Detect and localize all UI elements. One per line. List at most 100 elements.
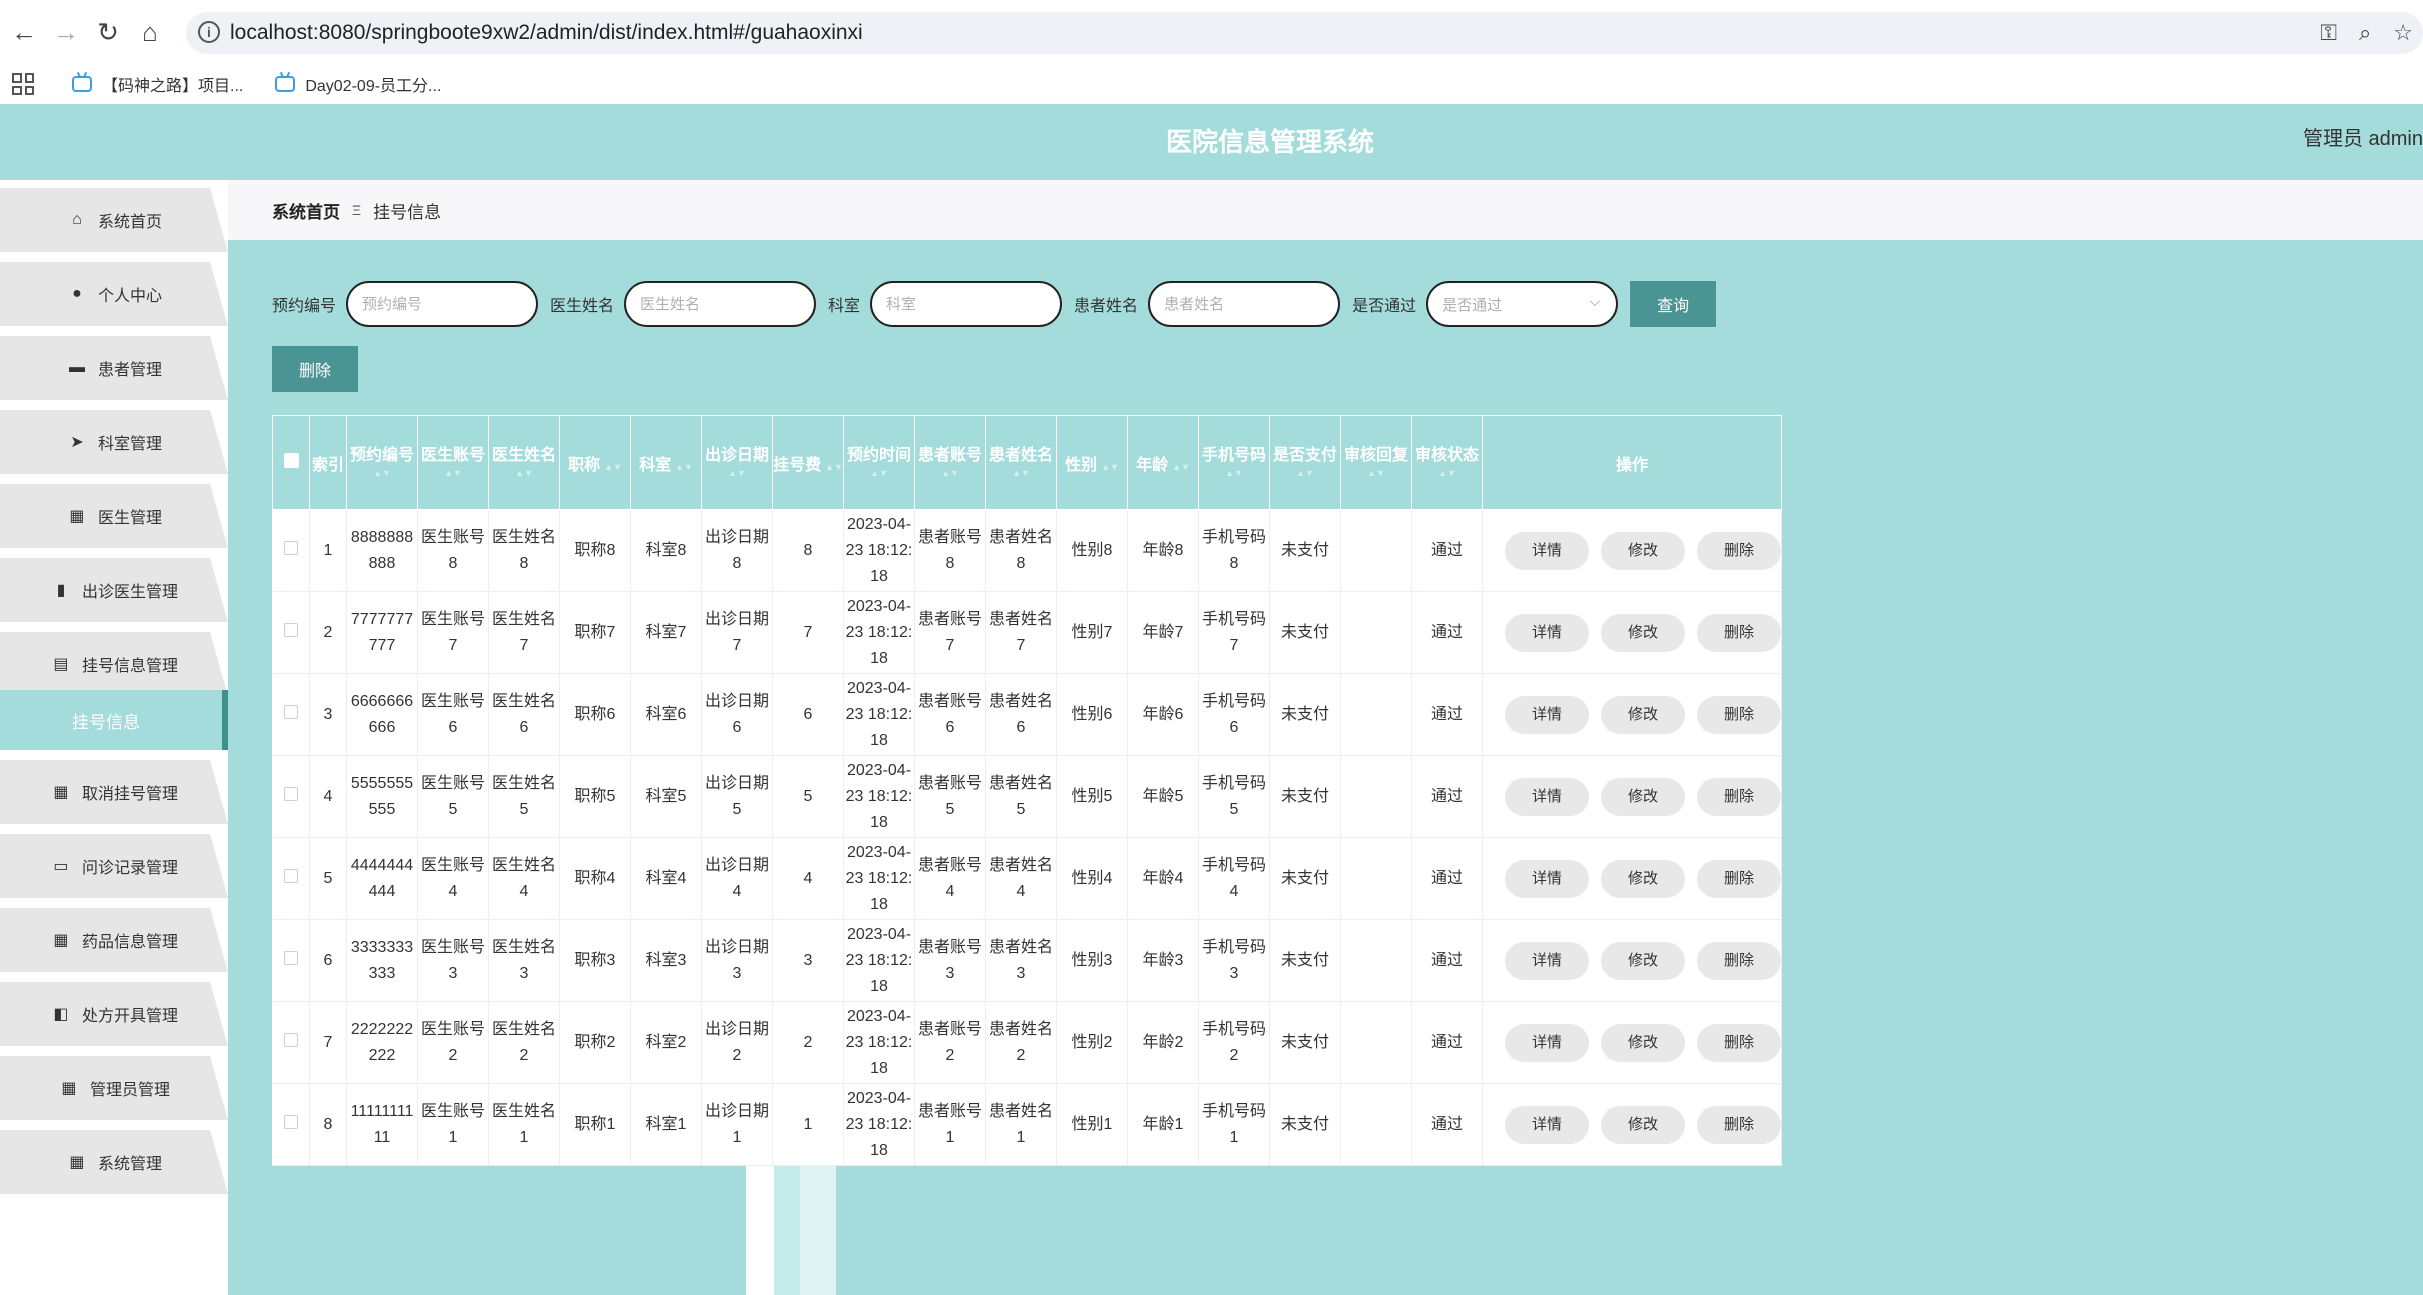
row-checkbox[interactable]: [272, 591, 310, 674]
back-arrow-icon[interactable]: ←: [6, 14, 42, 50]
site-info-icon[interactable]: i: [198, 21, 220, 43]
detail-button[interactable]: 详情: [1505, 695, 1589, 734]
column-header[interactable]: 患者姓名 ▲▼: [985, 415, 1057, 510]
column-header[interactable]: 年龄 ▲▼: [1127, 415, 1199, 510]
sidebar-item-prescriptions[interactable]: ◧ 处方开具管理: [0, 982, 228, 1046]
sidebar-item-doctors[interactable]: ▦ 医生管理: [0, 484, 228, 548]
search-input-patient-name[interactable]: [1148, 281, 1341, 327]
sort-icon: ▲▼: [1101, 461, 1119, 472]
detail-button[interactable]: 详情: [1505, 777, 1589, 816]
select-all-checkbox[interactable]: [272, 415, 310, 510]
sidebar-item-admins[interactable]: ▦ 管理员管理: [0, 1056, 228, 1120]
sidebar-item-system[interactable]: ▦ 系统管理: [0, 1130, 228, 1194]
column-header[interactable]: 是否支付 ▲▼: [1269, 415, 1341, 510]
query-button[interactable]: 查询: [1630, 281, 1717, 327]
sidebar-item-registration[interactable]: ▤ 挂号信息管理: [0, 632, 228, 696]
column-header[interactable]: 科室 ▲▼: [630, 415, 702, 510]
detail-button[interactable]: 详情: [1505, 531, 1589, 570]
cell-dept: 科室4: [630, 837, 702, 920]
delete-button[interactable]: 删除: [1697, 613, 1781, 652]
sidebar-item-medicines[interactable]: ▦ 药品信息管理: [0, 908, 228, 972]
cell-title: 职称7: [559, 591, 631, 674]
cell-doc-account: 医生账号7: [417, 591, 489, 674]
row-checkbox[interactable]: [272, 509, 310, 592]
detail-button[interactable]: 详情: [1505, 613, 1589, 652]
delete-button[interactable]: 删除: [1697, 941, 1781, 980]
forward-arrow-icon[interactable]: →: [48, 14, 84, 50]
edit-button[interactable]: 修改: [1601, 531, 1685, 570]
bookmark-star-icon[interactable]: ☆: [2393, 20, 2413, 46]
delete-button[interactable]: 删除: [1697, 777, 1781, 816]
approved-select[interactable]: 是否通过 ⌵: [1426, 281, 1619, 327]
column-header[interactable]: 医生姓名 ▲▼: [488, 415, 560, 510]
cell-gender: 性别1: [1056, 1083, 1128, 1166]
sidebar-subitem-registration-info[interactable]: 挂号信息: [0, 690, 228, 750]
column-header[interactable]: 职称 ▲▼: [559, 415, 631, 510]
home-icon[interactable]: ⌂: [132, 14, 168, 50]
grid-icon: ▦: [69, 1154, 85, 1171]
zoom-icon[interactable]: ⌕: [2359, 20, 2371, 46]
edit-button[interactable]: 修改: [1601, 859, 1685, 898]
apps-grid-icon[interactable]: [12, 73, 34, 95]
batch-delete-button[interactable]: 删除: [272, 346, 358, 392]
row-checkbox[interactable]: [272, 673, 310, 756]
current-user[interactable]: 管理员 admin: [2303, 104, 2423, 180]
cell-date: 出诊日期2: [701, 1001, 773, 1084]
column-header[interactable]: 审核状态 ▲▼: [1411, 415, 1483, 510]
breadcrumb-home[interactable]: 系统首页: [272, 198, 340, 223]
address-bar[interactable]: i localhost:8080/springboote9xw2/admin/d…: [186, 12, 2423, 54]
detail-button[interactable]: 详情: [1505, 859, 1589, 898]
column-header[interactable]: 挂号费 ▲▼: [772, 415, 844, 510]
column-header[interactable]: 预约时间 ▲▼: [843, 415, 915, 510]
row-checkbox[interactable]: [272, 755, 310, 838]
breadcrumb: 系统首页 Ξ 挂号信息: [228, 180, 2423, 240]
delete-button[interactable]: 删除: [1697, 1105, 1781, 1144]
search-input-doctor-name[interactable]: [624, 281, 817, 327]
edit-button[interactable]: 修改: [1601, 695, 1685, 734]
column-header[interactable]: 医生账号 ▲▼: [417, 415, 489, 510]
sidebar-item-patients[interactable]: ▬ 患者管理: [0, 336, 228, 400]
cell-paid: 未支付: [1269, 755, 1341, 838]
row-checkbox[interactable]: [272, 919, 310, 1002]
delete-button[interactable]: 删除: [1697, 859, 1781, 898]
sidebar-item-profile[interactable]: ● 个人中心: [0, 262, 228, 326]
reload-icon[interactable]: ↻: [90, 14, 126, 50]
edit-button[interactable]: 修改: [1601, 1105, 1685, 1144]
detail-button[interactable]: 详情: [1505, 941, 1589, 980]
sidebar-item-cancel-registration[interactable]: ▦ 取消挂号管理: [0, 760, 228, 824]
row-checkbox[interactable]: [272, 1083, 310, 1166]
sidebar-item-label: 挂号信息管理: [81, 658, 178, 675]
column-header[interactable]: 患者账号 ▲▼: [914, 415, 986, 510]
sidebar-item-label: 取消挂号管理: [81, 786, 178, 803]
edit-button[interactable]: 修改: [1601, 613, 1685, 652]
row-checkbox[interactable]: [272, 837, 310, 920]
search-input-code[interactable]: [346, 281, 539, 327]
sidebar-item-visiting-doctors[interactable]: ▮ 出诊医生管理: [0, 558, 228, 622]
search-input-department[interactable]: [870, 281, 1063, 327]
delete-button[interactable]: 删除: [1697, 1023, 1781, 1062]
detail-button[interactable]: 详情: [1505, 1023, 1589, 1062]
sort-icon: ▲▼: [1225, 468, 1243, 478]
grid-icon: ▦: [69, 508, 85, 525]
edit-button[interactable]: 修改: [1601, 1023, 1685, 1062]
sidebar-item-consultation-records[interactable]: ▭ 问诊记录管理: [0, 834, 228, 898]
detail-button[interactable]: 详情: [1505, 1105, 1589, 1144]
table-row: 1 8888888888 医生账号8 医生姓名8 职称8 科室8 出诊日期8 8 2023-04…: [272, 509, 1782, 592]
edit-button[interactable]: 修改: [1601, 777, 1685, 816]
column-header[interactable]: 审核回复 ▲▼: [1340, 415, 1412, 510]
column-header[interactable]: 预约编号 ▲▼: [346, 415, 418, 510]
column-header[interactable]: 手机号码 ▲▼: [1198, 415, 1270, 510]
bookmark-item[interactable]: Day02-09-员工分...: [275, 72, 441, 96]
sidebar-item-home[interactable]: ⌂ 系统首页: [0, 188, 228, 252]
column-header[interactable]: 性别 ▲▼: [1056, 415, 1128, 510]
row-checkbox[interactable]: [272, 1001, 310, 1084]
delete-button[interactable]: 删除: [1697, 695, 1781, 734]
cell-time: 2023-04-23 18:12:18: [843, 509, 915, 592]
bookmark-label: 【码神之路】项目...: [102, 78, 244, 95]
column-header[interactable]: 出诊日期 ▲▼: [701, 415, 773, 510]
password-key-icon[interactable]: ⚿: [2320, 20, 2337, 46]
edit-button[interactable]: 修改: [1601, 941, 1685, 980]
bookmark-item[interactable]: 【码神之路】项目...: [72, 72, 243, 96]
sidebar-item-departments[interactable]: ➤ 科室管理: [0, 410, 228, 474]
delete-button[interactable]: 删除: [1697, 531, 1781, 570]
